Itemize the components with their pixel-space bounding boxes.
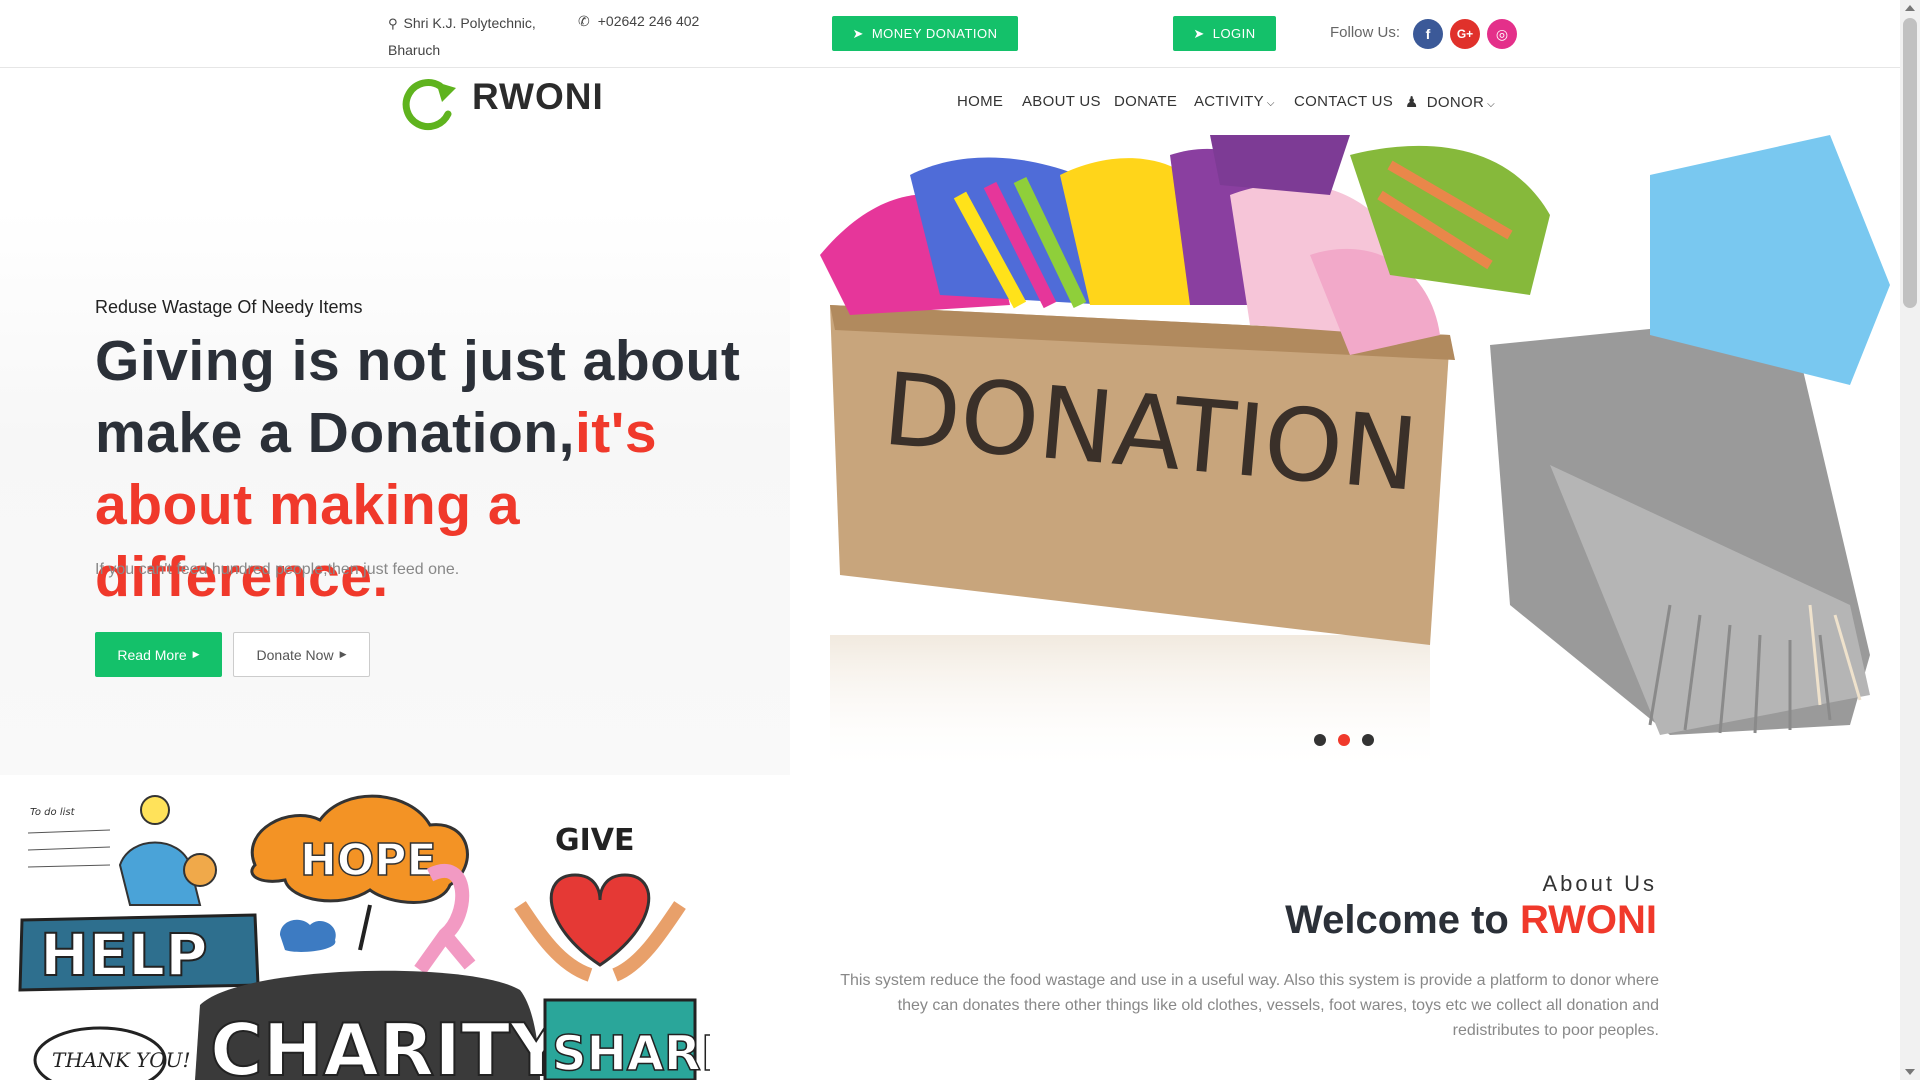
about-text: This system reduce the food wastage and … — [840, 972, 1659, 1039]
about-title-dark: Welcome to — [1285, 898, 1520, 942]
read-more-label: Read More — [117, 646, 187, 663]
scrollbar-thumb[interactable] — [1903, 18, 1917, 308]
instagram-icon[interactable]: ◎ — [1487, 19, 1517, 49]
follow-us-label: Follow Us: — [1330, 24, 1401, 41]
sign-in-icon: ➤ — [1193, 25, 1205, 41]
charity-illustration: To do list HOPE GIVE HELP CHARITY SHARE … — [18, 794, 710, 1080]
address-line2: Bharuch — [388, 42, 441, 58]
thank-you-text: THANK YOU! — [52, 1048, 191, 1072]
help-text: HELP — [40, 921, 208, 989]
address-info: ⚲ Shri K.J. Polytechnic, Bharuch — [388, 10, 536, 63]
phone-info: ✆ +02642 246 402 — [578, 10, 699, 32]
google-plus-icon[interactable]: G+ — [1450, 19, 1480, 49]
caret-right-icon: ▶ — [339, 649, 347, 659]
about-subheading: About Us — [1542, 871, 1657, 896]
give-text: GIVE — [555, 823, 635, 858]
login-button[interactable]: ➤ LOGIN — [1173, 16, 1276, 51]
charity-text: CHARITY — [210, 1008, 563, 1080]
chevron-down-icon: ⌵ — [1487, 99, 1495, 110]
nav-activity-label: ACTIVITY — [1194, 93, 1264, 110]
hero-tagline: Reduse Wastage Of Needy Items — [95, 297, 363, 317]
donate-now-label: Donate Now — [256, 646, 334, 663]
facebook-icon[interactable]: f — [1413, 19, 1443, 49]
scroll-down-arrow-icon[interactable] — [1905, 1069, 1915, 1075]
slider-dot-3[interactable] — [1362, 734, 1374, 746]
nav-donor-label: DONOR — [1426, 94, 1485, 111]
todo-text: To do list — [30, 807, 76, 818]
slider-dot-1[interactable] — [1314, 734, 1326, 746]
slider-dot-2[interactable] — [1338, 734, 1350, 746]
phone-icon: ✆ — [578, 13, 590, 29]
nav-donor[interactable]: ♟ DONOR ⌵ — [1405, 93, 1495, 111]
about-title: Welcome to RWONI — [1285, 898, 1657, 943]
nav-donate[interactable]: DONATE — [1114, 93, 1177, 110]
vertical-scrollbar[interactable] — [1900, 0, 1920, 1080]
nav-about-us[interactable]: ABOUT US — [1022, 93, 1101, 110]
about-title-red: RWONI — [1519, 898, 1657, 942]
nav-activity[interactable]: ACTIVITY ⌵ — [1194, 93, 1275, 110]
nav-contact-us[interactable]: CONTACT US — [1294, 93, 1393, 110]
hope-text: HOPE — [300, 835, 437, 886]
nav-home[interactable]: HOME — [957, 93, 1003, 110]
donate-now-button[interactable]: Donate Now ▶ — [233, 632, 370, 677]
logo-text[interactable]: RWONI — [472, 76, 604, 118]
caret-right-icon: ▶ — [192, 649, 200, 659]
money-donation-button[interactable]: ➤ MONEY DONATION — [832, 16, 1018, 51]
phone-number: +02642 246 402 — [597, 13, 700, 29]
share-text: SHARE — [552, 1026, 710, 1080]
hero-subtitle: If you can't feed hundred people,then ju… — [95, 561, 460, 578]
chevron-down-icon: ⌵ — [1266, 98, 1275, 109]
scroll-up-arrow-icon[interactable] — [1905, 5, 1915, 11]
map-marker-icon: ⚲ — [388, 16, 398, 31]
donation-box-image: DONATION — [820, 135, 1890, 775]
user-icon: ♟ — [1405, 94, 1419, 111]
money-donation-label: MONEY DONATION — [871, 26, 998, 41]
login-label: LOGIN — [1212, 26, 1256, 41]
top-bar: ⚲ Shri K.J. Polytechnic, Bharuch ✆ +02642 … — [0, 0, 1900, 68]
sign-in-icon: ➤ — [852, 25, 864, 41]
address-line1: Shri K.J. Polytechnic, — [403, 15, 536, 31]
read-more-button[interactable]: Read More ▶ — [95, 632, 222, 677]
